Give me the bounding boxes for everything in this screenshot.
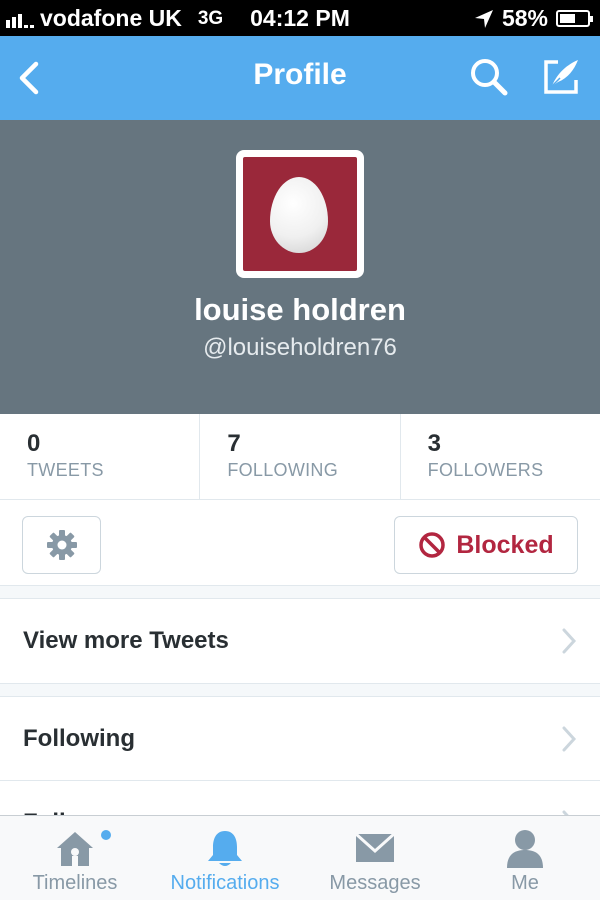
envelope-icon [354, 832, 396, 862]
tab-label: Messages [329, 872, 421, 894]
following-row[interactable]: Following [0, 697, 600, 781]
tab-me[interactable]: Me [450, 816, 600, 900]
nav-bar: Profile [0, 36, 600, 120]
bell-icon [208, 831, 242, 866]
row-label: View more Tweets [23, 627, 229, 654]
stat-followers[interactable]: 3 FOLLOWERS [401, 414, 600, 499]
compose-icon[interactable] [540, 56, 582, 98]
tab-notifications[interactable]: Notifications [150, 816, 300, 900]
blocked-button[interactable]: Blocked [394, 516, 578, 574]
profile-stats: 0 TWEETS 7 FOLLOWING 3 FOLLOWERS [0, 414, 600, 500]
location-arrow-icon [474, 9, 493, 28]
gear-icon [46, 530, 77, 560]
stat-count: 7 [227, 430, 241, 457]
chevron-right-icon [562, 726, 577, 752]
blocked-label: Blocked [456, 530, 554, 559]
settings-button[interactable] [22, 516, 101, 574]
tab-messages[interactable]: Messages [300, 816, 450, 900]
view-more-tweets-row[interactable]: View more Tweets [0, 599, 600, 683]
stat-label: TWEETS [27, 460, 104, 480]
avatar-background [243, 157, 357, 271]
chevron-right-icon [562, 628, 577, 654]
status-right: 58% [474, 5, 593, 32]
egg-avatar-icon [270, 177, 328, 253]
tab-label: Me [511, 872, 539, 894]
page-title: Profile [253, 58, 347, 91]
home-icon [57, 832, 93, 866]
new-activity-dot [101, 830, 111, 840]
stat-following[interactable]: 7 FOLLOWING [200, 414, 401, 499]
battery-fill [560, 14, 575, 23]
tab-timelines[interactable]: Timelines [0, 816, 150, 900]
status-bar: vodafone UK 3G 04:12 PM 58% [0, 0, 600, 36]
stat-label: FOLLOWERS [427, 460, 544, 480]
tab-bar: Timelines Notifications Messages Me [0, 815, 600, 900]
tab-label: Timelines [32, 872, 118, 894]
battery-icon [556, 10, 593, 27]
profile-name: louise holdren [194, 292, 406, 327]
profile-handle: @louiseholdren76 [203, 334, 397, 361]
tweets-list-group: View more Tweets [0, 598, 600, 684]
search-icon[interactable] [468, 56, 510, 98]
profile-actions: Blocked [0, 500, 600, 586]
stat-label: FOLLOWING [227, 460, 339, 480]
row-label: Following [23, 724, 135, 752]
stat-tweets[interactable]: 0 TWEETS [0, 414, 201, 499]
stat-count: 0 [27, 430, 41, 457]
profile-header: louise holdren @louiseholdren76 [0, 120, 600, 414]
avatar[interactable] [236, 150, 364, 278]
tab-label: Notifications [170, 872, 280, 894]
stat-count: 3 [427, 430, 442, 457]
person-icon [507, 830, 543, 868]
blocked-icon [419, 532, 446, 558]
battery-percent: 58% [501, 5, 548, 31]
